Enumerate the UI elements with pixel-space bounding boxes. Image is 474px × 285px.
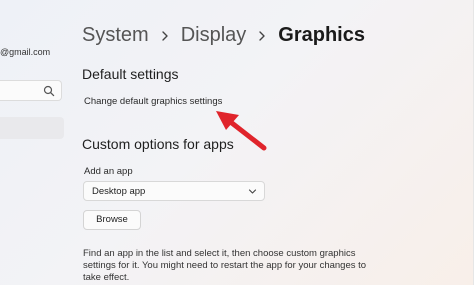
chevron-down-icon — [248, 189, 257, 194]
custom-options-heading: Custom options for apps — [82, 136, 234, 152]
chevron-right-icon — [161, 30, 168, 41]
annotation-arrow-icon — [216, 111, 267, 151]
search-box[interactable] — [0, 80, 62, 101]
change-default-graphics-link[interactable]: Change default graphics settings — [84, 96, 222, 107]
app-type-dropdown[interactable]: Desktop app — [83, 181, 265, 201]
breadcrumb: System Display Graphics — [82, 24, 365, 47]
settings-window: @gmail.com System Display Graphics Defau… — [0, 0, 474, 285]
browse-button[interactable]: Browse — [83, 210, 141, 230]
page-title: Graphics — [278, 24, 365, 46]
sidebar-item-selected[interactable] — [0, 117, 64, 139]
chevron-right-icon — [259, 30, 265, 41]
account-email: @gmail.com — [0, 47, 51, 57]
breadcrumb-display[interactable]: Display — [181, 24, 247, 47]
sidebar: @gmail.com — [0, 0, 66, 285]
instructions-text: Find an app in the list and select it, t… — [83, 248, 367, 283]
add-app-label: Add an app — [84, 166, 133, 177]
dropdown-selected-value: Desktop app — [92, 186, 146, 197]
default-settings-heading: Default settings — [82, 66, 179, 82]
breadcrumb-system[interactable]: System — [82, 24, 149, 47]
search-icon[interactable] — [43, 85, 55, 97]
